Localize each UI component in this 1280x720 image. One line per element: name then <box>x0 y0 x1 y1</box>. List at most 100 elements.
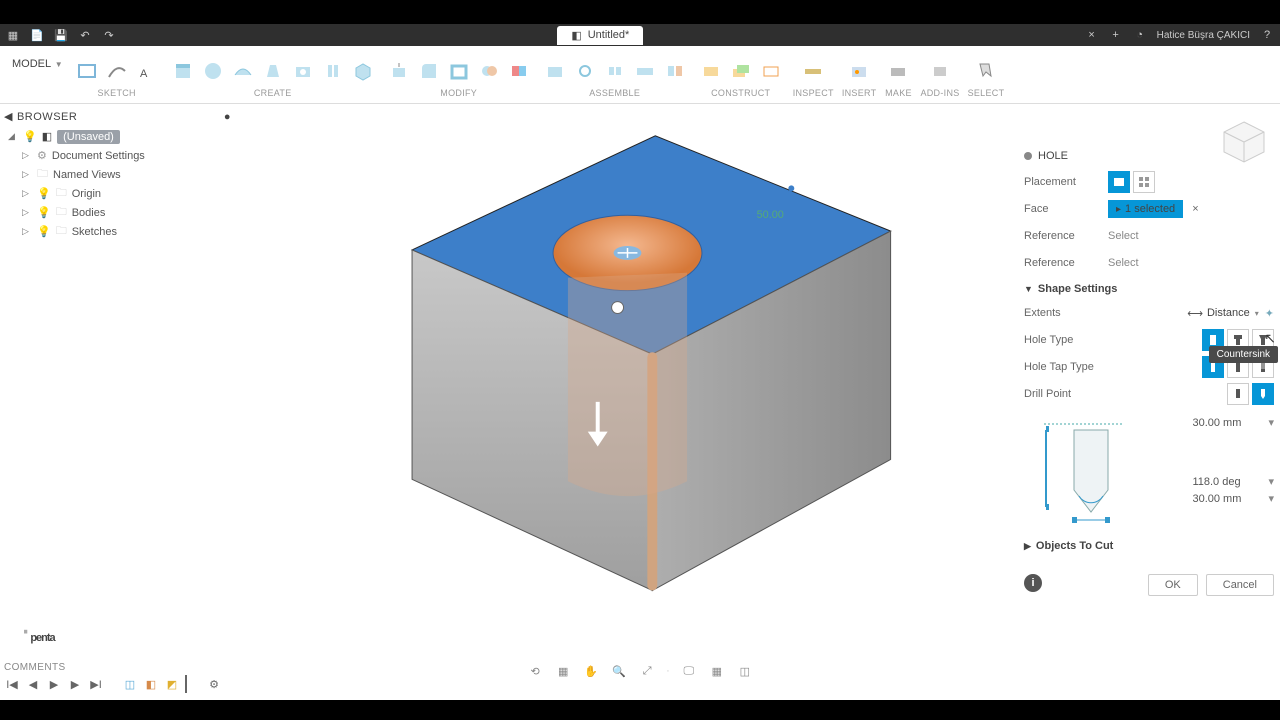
section-objects-to-cut[interactable]: ▶Objects To Cut <box>1024 540 1274 552</box>
group-construct: CONSTRUCT <box>697 50 785 98</box>
node-named-views[interactable]: ▷🗀Named Views <box>4 165 231 184</box>
appearance-icon[interactable] <box>505 56 533 86</box>
plane-icon[interactable] <box>697 56 725 86</box>
node-origin[interactable]: ▷💡🗀Origin <box>4 184 231 203</box>
tl-feature-fillet[interactable]: ◩ <box>164 676 180 692</box>
group-label-make: MAKE <box>885 88 912 98</box>
tl-fwd-icon[interactable]: ▶ <box>67 676 83 692</box>
clear-face-icon[interactable]: × <box>1192 203 1198 215</box>
group-label-addins: ADD-INS <box>920 88 959 98</box>
insert-icon[interactable] <box>845 56 873 86</box>
sketch-text-icon[interactable]: A <box>133 56 161 86</box>
row-face: Face ▸1 selected × <box>1024 197 1274 221</box>
letterbox-bottom <box>0 700 1280 720</box>
group-insert: INSERT <box>842 50 877 98</box>
section-shape-settings[interactable]: ▼Shape Settings <box>1024 283 1274 295</box>
extents-dropdown[interactable]: ⟷ Distance ▾ <box>1187 307 1259 320</box>
tl-back-icon[interactable]: ◀ <box>25 676 41 692</box>
new-component-icon[interactable] <box>541 56 569 86</box>
fillet-icon[interactable] <box>415 56 443 86</box>
info-icon[interactable]: i <box>1024 574 1042 592</box>
plane-offset-icon[interactable] <box>727 56 755 86</box>
tl-feature-sketch[interactable]: ◫ <box>122 676 138 692</box>
row-hole-type: Hole Type Countersink ↖ <box>1024 328 1274 352</box>
redo-icon[interactable]: ↷ <box>102 28 116 42</box>
viewport[interactable]: 50.00 <box>235 104 1020 660</box>
hole-panel: HOLE Placement Face ▸1 selected × Refere… <box>1024 150 1274 596</box>
row-reference-1: Reference Select <box>1024 224 1274 248</box>
group-label-create: CREATE <box>254 88 292 98</box>
dim-angle[interactable]: 118.0 deg▾ <box>1134 475 1274 488</box>
extents-flip-icon[interactable]: ✦ <box>1265 307 1274 320</box>
dim-diameter[interactable]: 30.00 mm▾ <box>1134 492 1274 505</box>
group-label-construct: CONSTRUCT <box>711 88 770 98</box>
browser-header[interactable]: ◀BROWSER● <box>4 110 231 123</box>
node-unsaved[interactable]: ◢💡◧(Unsaved) <box>4 127 231 146</box>
comments-label[interactable]: COMMENTS <box>4 662 1276 673</box>
hole-icon[interactable] <box>289 56 317 86</box>
node-bodies[interactable]: ▷💡🗀Bodies <box>4 203 231 222</box>
doc-tab[interactable]: ◧ Untitled* <box>557 26 643 45</box>
hole-profile-diagram: 30.00 mm▾ 118.0 deg▾ 30.00 mm▾ <box>1024 412 1274 532</box>
reference-select-1[interactable]: Select <box>1108 230 1139 242</box>
panel-header[interactable]: HOLE <box>1024 150 1274 162</box>
group-label-select: SELECT <box>968 88 1005 98</box>
box-icon[interactable] <box>349 56 377 86</box>
addins-icon[interactable] <box>926 56 954 86</box>
file-new-icon[interactable]: 📄 <box>30 28 44 42</box>
panel-footer: i OK Cancel <box>1024 566 1274 596</box>
add-tab-icon[interactable]: + <box>1109 28 1123 42</box>
select-icon[interactable] <box>972 56 1000 86</box>
group-inspect: INSPECT <box>793 50 834 98</box>
sketch-rectangle-icon[interactable] <box>73 56 101 86</box>
save-icon[interactable]: 💾 <box>54 28 68 42</box>
rib-icon[interactable] <box>319 56 347 86</box>
tl-marker[interactable] <box>185 675 201 693</box>
tl-play-icon[interactable]: ▶ <box>46 676 62 692</box>
node-sketches[interactable]: ▷💡🗀Sketches <box>4 222 231 241</box>
sweep-icon[interactable] <box>229 56 257 86</box>
ok-button[interactable]: OK <box>1148 574 1198 596</box>
revolve-icon[interactable] <box>199 56 227 86</box>
sketch-line-icon[interactable] <box>103 56 131 86</box>
tl-feature-extrude[interactable]: ◧ <box>143 676 159 692</box>
joint-origin-icon[interactable] <box>601 56 629 86</box>
drillpoint-angle[interactable] <box>1252 383 1274 405</box>
group-label-insert: INSERT <box>842 88 877 98</box>
axis-icon[interactable] <box>757 56 785 86</box>
data-panel-icon[interactable]: ▦ <box>6 28 20 42</box>
tl-start-icon[interactable]: I◀ <box>4 676 20 692</box>
workspace-switcher[interactable]: MODEL ▼ <box>6 50 69 78</box>
tl-settings-icon[interactable]: ⚙ <box>206 676 222 692</box>
measure-icon[interactable] <box>799 56 827 86</box>
rigid-group-icon[interactable] <box>631 56 659 86</box>
undo-icon[interactable]: ↶ <box>78 28 92 42</box>
node-doc-settings[interactable]: ▷⚙Document Settings <box>4 146 231 165</box>
tl-end-icon[interactable]: ▶I <box>88 676 104 692</box>
placement-face-opt[interactable] <box>1108 171 1130 193</box>
placement-sketch-opt[interactable] <box>1133 171 1155 193</box>
timeline: COMMENTS I◀ ◀ ▶ ▶ ▶I ◫ ◧ ◩ ⚙ <box>4 662 1276 698</box>
make-icon[interactable] <box>884 56 912 86</box>
close-tab-icon[interactable]: × <box>1085 28 1099 42</box>
notifications-icon[interactable]: ◔ <box>1133 28 1147 42</box>
browser-panel: ◀BROWSER● ◢💡◧(Unsaved) ▷⚙Document Settin… <box>0 104 235 247</box>
help-icon[interactable]: ? <box>1260 28 1274 42</box>
combine-icon[interactable] <box>475 56 503 86</box>
loft-icon[interactable] <box>259 56 287 86</box>
dim-depth[interactable]: 30.00 mm▾ <box>1134 416 1274 429</box>
group-label-inspect: INSPECT <box>793 88 834 98</box>
cancel-button[interactable]: Cancel <box>1206 574 1274 596</box>
extrude-icon[interactable] <box>169 56 197 86</box>
face-selection-chip[interactable]: ▸1 selected <box>1108 200 1183 218</box>
group-label-assemble: ASSEMBLE <box>589 88 640 98</box>
quick-access-bar: ▦ 📄 💾 ↶ ↷ ◧ Untitled* × + ◔ Hatice Büşra… <box>0 24 1280 46</box>
letterbox-top <box>0 0 1280 24</box>
user-name[interactable]: Hatice Büşra ÇAKICI <box>1157 30 1250 41</box>
press-pull-icon[interactable] <box>385 56 413 86</box>
contact-set-icon[interactable] <box>661 56 689 86</box>
joint-icon[interactable] <box>571 56 599 86</box>
drillpoint-flat[interactable] <box>1227 383 1249 405</box>
reference-select-2[interactable]: Select <box>1108 257 1139 269</box>
shell-icon[interactable] <box>445 56 473 86</box>
